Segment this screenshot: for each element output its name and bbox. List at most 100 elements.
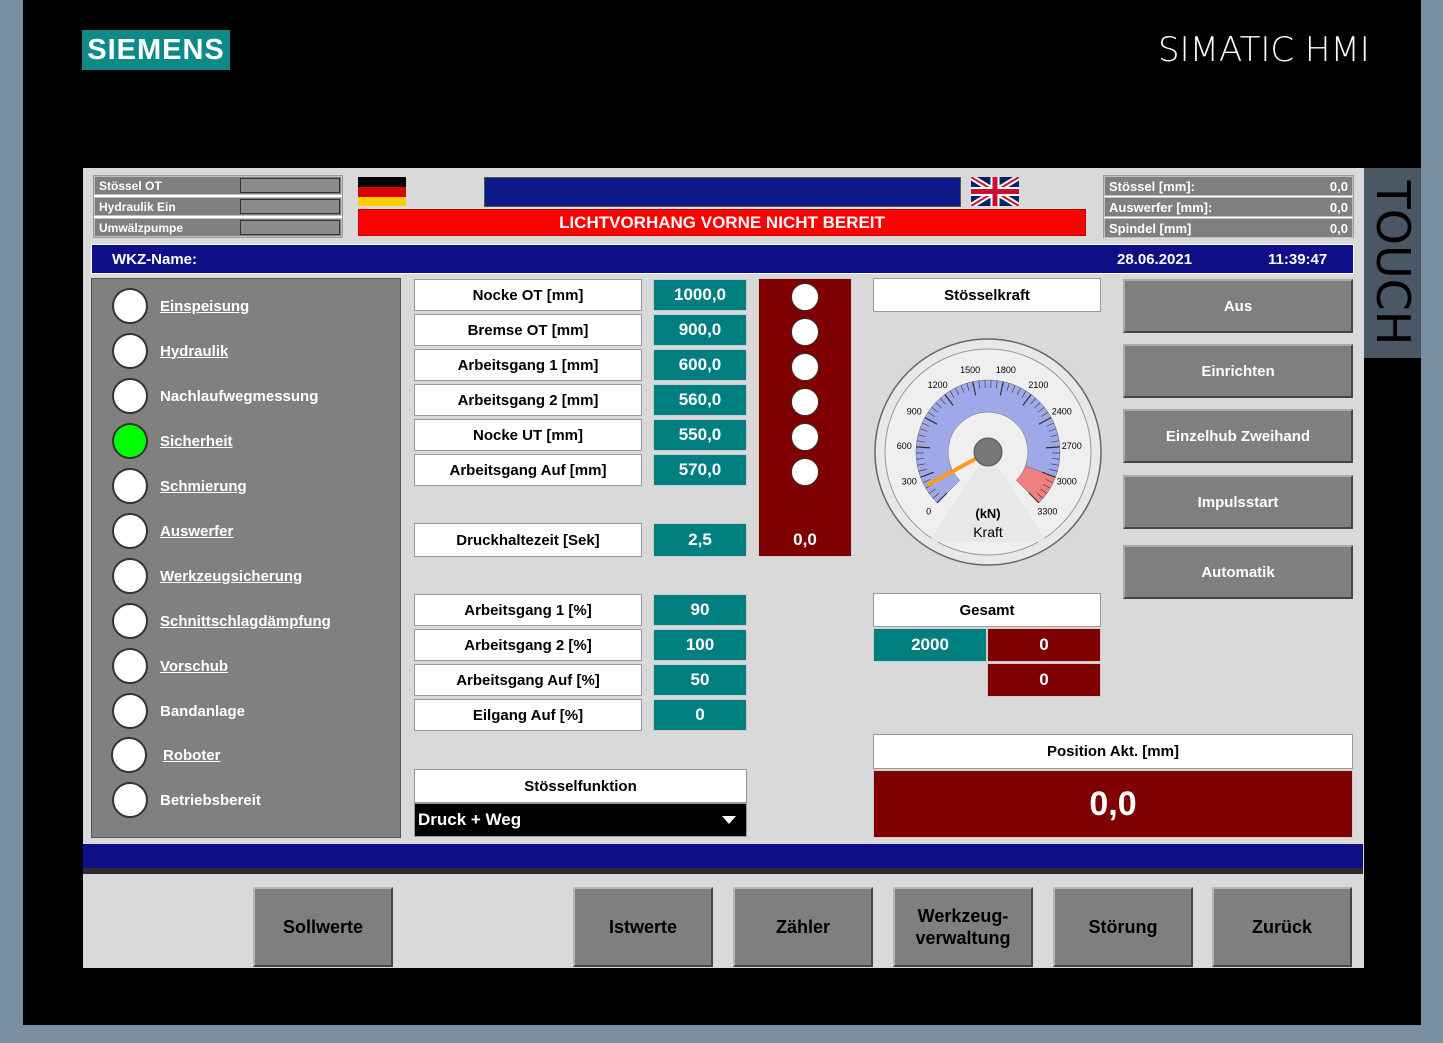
status-led — [111, 737, 147, 773]
readout-row: Auswerfer [mm]: 0,0 — [1104, 197, 1353, 217]
sidebar-item-werkzeugsicherung[interactable]: Werkzeugsicherung — [112, 556, 302, 596]
mode-button-5[interactable]: Automatik — [1123, 545, 1353, 599]
cam-led — [791, 458, 819, 486]
sidebar-item-label: Vorschub — [160, 657, 229, 675]
param-value-input[interactable]: 900,0 — [653, 314, 747, 346]
sidebar-item-roboter[interactable]: Roboter — [111, 735, 221, 775]
status-led — [112, 648, 148, 684]
mode-button-1[interactable]: Aus — [1123, 279, 1353, 333]
cam-led — [791, 423, 819, 451]
param-value-input[interactable]: 550,0 — [653, 419, 747, 451]
uk-flag-icon[interactable] — [971, 177, 1019, 206]
status-led — [112, 288, 148, 324]
time-display: 11:39:47 — [1268, 251, 1328, 268]
param-value-input[interactable]: 560,0 — [653, 384, 747, 416]
sidebar-item-label: Werkzeugsicherung — [160, 567, 303, 585]
sidebar-item-sicherheit[interactable]: Sicherheit — [112, 421, 233, 461]
status-led — [112, 513, 148, 549]
status-led — [112, 603, 148, 639]
sidebar-item-label: Nachlaufwegmessung — [160, 387, 319, 405]
param-value-input[interactable]: 1000,0 — [653, 279, 747, 311]
status-led — [240, 178, 340, 193]
sidebar-item-betriebsbereit: Betriebsbereit — [112, 780, 261, 820]
total-count-2: 0 — [987, 663, 1101, 697]
sidebar-item-label: Schmierung — [160, 477, 247, 495]
status-led — [112, 423, 148, 459]
gauge-tick-label: 3300 — [1037, 506, 1057, 516]
status-led — [112, 468, 148, 504]
dwell-counter: 0,0 — [793, 530, 817, 549]
total-setpoint-input[interactable]: 2000 — [873, 628, 987, 662]
cam-indicator-panel: 0,0 — [758, 278, 852, 557]
param-value-input[interactable]: 570,0 — [653, 454, 747, 486]
speed-value-input[interactable]: 0 — [653, 699, 747, 731]
mode-button-4[interactable]: Impulsstart — [1123, 475, 1353, 529]
ram-function-title: Stösselfunktion — [414, 769, 747, 803]
gauge-unit: (kN) — [975, 506, 1000, 521]
nav-button-6[interactable]: Zurück — [1212, 887, 1352, 967]
gauge-tick-label: 2400 — [1052, 407, 1072, 417]
param-label: Arbeitsgang 2 [mm] — [414, 384, 642, 416]
dwell-time-input[interactable]: 2,5 — [653, 523, 747, 557]
sidebar-item-hydraulik[interactable]: Hydraulik — [112, 331, 228, 371]
status-led — [112, 693, 148, 729]
nav-button-5[interactable]: Störung — [1053, 887, 1193, 967]
sidebar-item-label: Bandanlage — [160, 702, 246, 720]
message-display — [484, 177, 961, 207]
touch-label: TOUCH — [1364, 168, 1421, 358]
nav-button-2[interactable]: Istwerte — [573, 887, 713, 967]
gauge-tick-label: 0 — [926, 506, 931, 516]
gauge-caption: Kraft — [973, 524, 1003, 540]
speed-label: Arbeitsgang 1 [%] — [414, 594, 642, 626]
param-label: Bremse OT [mm] — [414, 314, 642, 346]
param-label: Nocke UT [mm] — [414, 419, 642, 451]
gauge-hub — [973, 437, 1003, 467]
nav-button-3[interactable]: Zähler — [733, 887, 873, 967]
position-display: 0,0 — [873, 770, 1353, 838]
nav-button-4[interactable]: Werkzeug- verwaltung — [893, 887, 1033, 967]
gauge-tick-label: 300 — [902, 476, 917, 486]
position-title: Position Akt. [mm] — [873, 734, 1353, 769]
mode-button-2[interactable]: Einrichten — [1123, 344, 1353, 398]
siemens-logo: SIEMENS — [82, 30, 230, 70]
param-value-input[interactable]: 600,0 — [653, 349, 747, 381]
status-led — [240, 220, 340, 235]
sidebar-item-schnittschlagdämpfung[interactable]: Schnittschlagdämpfung — [112, 601, 331, 641]
speed-value-input[interactable]: 100 — [653, 629, 747, 661]
param-label: Arbeitsgang Auf [mm] — [414, 454, 642, 486]
cam-led — [791, 283, 819, 311]
force-gauge: 0 300 600 900 1200 1500 1800 2100 2400 2700 3000 33… — [874, 338, 1102, 566]
mode-button-3[interactable]: Einzelhub Zweihand — [1123, 409, 1353, 463]
sidebar-item-schmierung[interactable]: Schmierung — [112, 466, 247, 506]
total-title: Gesamt — [873, 593, 1101, 627]
tool-name-label: WKZ-Name: — [112, 251, 197, 268]
nav-button-1[interactable]: Sollwerte — [253, 887, 393, 967]
sidebar-item-label: Auswerfer — [160, 522, 234, 540]
readout-row: Stössel [mm]: 0,0 — [1104, 176, 1353, 196]
sidebar-item-label: Roboter — [163, 746, 221, 764]
gauge-tick-label: 1200 — [928, 380, 948, 390]
status-led — [112, 558, 148, 594]
sidebar-item-label: Hydraulik — [160, 342, 229, 360]
gauge-tick-label: 1500 — [960, 365, 980, 375]
sidebar-item-bandanlage: Bandanlage — [112, 691, 245, 731]
cam-led — [791, 388, 819, 416]
gauge-tick-label: 3000 — [1057, 476, 1077, 486]
status-bar — [83, 844, 1363, 868]
brand-title: SIMATIC HMI — [1158, 30, 1370, 70]
sidebar-item-einspeisung[interactable]: Einspeisung — [112, 286, 249, 326]
speed-value-input[interactable]: 90 — [653, 594, 747, 626]
german-flag-icon[interactable] — [358, 177, 406, 206]
status-led — [112, 378, 148, 414]
speed-value-input[interactable]: 50 — [653, 664, 747, 696]
status-led — [112, 333, 148, 369]
sidebar-item-auswerfer[interactable]: Auswerfer — [112, 511, 233, 551]
status-strip — [83, 868, 1363, 874]
chevron-down-icon — [722, 816, 736, 824]
force-title: Stösselkraft — [873, 278, 1101, 312]
ram-function-select[interactable]: Druck + Weg — [414, 803, 747, 837]
cam-led — [791, 353, 819, 381]
sidebar-item-vorschub[interactable]: Vorschub — [112, 646, 228, 686]
param-label: Druckhaltezeit [Sek] — [414, 523, 642, 557]
sidebar-item-label: Schnittschlagdämpfung — [160, 612, 331, 630]
